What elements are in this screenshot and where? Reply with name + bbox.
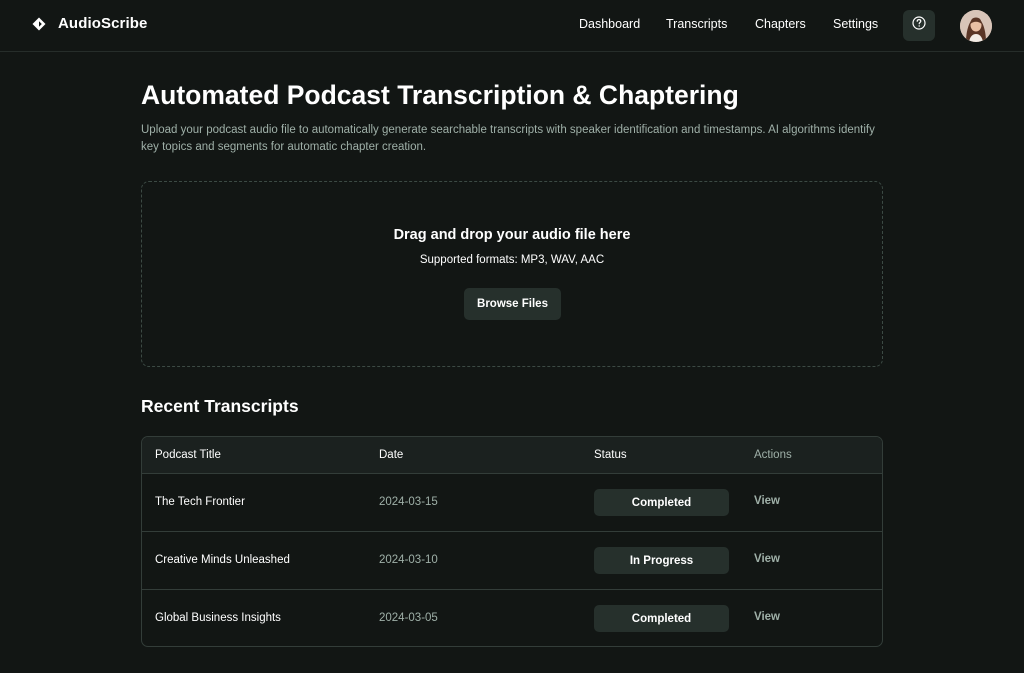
column-actions: Actions (754, 449, 792, 461)
column-status: Status (594, 449, 627, 461)
status-badge: Completed (594, 489, 729, 516)
page-title: Automated Podcast Transcription & Chapte… (141, 80, 739, 110)
podcast-title: Global Business Insights (155, 612, 281, 624)
page-description: Upload your podcast audio file to automa… (141, 124, 875, 153)
column-date: Date (379, 449, 404, 461)
view-link[interactable]: View (754, 611, 780, 623)
user-avatar[interactable] (960, 10, 992, 42)
column-podcast-title: Podcast Title (155, 449, 221, 461)
nav-chapters[interactable]: Chapters (755, 17, 806, 31)
help-button[interactable] (903, 10, 935, 41)
status-badge: Completed (594, 605, 729, 632)
view-link[interactable]: View (754, 553, 780, 565)
browse-files-button[interactable]: Browse Files (464, 288, 561, 320)
transcript-date: 2024-03-10 (379, 554, 438, 566)
supported-formats: Supported formats: MP3, WAV, AAC (419, 254, 605, 266)
transcript-date: 2024-03-15 (379, 496, 438, 508)
status-badge: In Progress (594, 547, 729, 574)
nav-transcripts[interactable]: Transcripts (666, 17, 727, 31)
main-nav: Dashboard Transcripts Chapters Settings (0, 17, 1024, 35)
nav-settings[interactable]: Settings (833, 17, 878, 31)
nav-dashboard[interactable]: Dashboard (579, 17, 640, 31)
podcast-title: Creative Minds Unleashed (155, 554, 290, 566)
table-row: The Tech Frontier 2024-03-15 Completed V… (142, 474, 882, 532)
table-row: Global Business Insights 2024-03-05 Comp… (142, 590, 882, 646)
question-circle-icon (912, 16, 926, 35)
upload-dropzone[interactable]: Drag and drop your audio file here Suppo… (141, 181, 883, 367)
table-row: Creative Minds Unleashed 2024-03-10 In P… (142, 532, 882, 590)
recent-transcripts-title: Recent Transcripts (141, 396, 299, 416)
view-link[interactable]: View (754, 495, 780, 507)
top-bar: AudioScribe Dashboard Transcripts Chapte… (0, 0, 1024, 52)
dropzone-title: Drag and drop your audio file here (393, 227, 631, 243)
transcript-date: 2024-03-05 (379, 612, 438, 624)
podcast-title: The Tech Frontier (155, 496, 245, 508)
table-header: Podcast Title Date Status Actions (142, 437, 882, 474)
transcripts-table: Podcast Title Date Status Actions The Te… (141, 436, 883, 647)
